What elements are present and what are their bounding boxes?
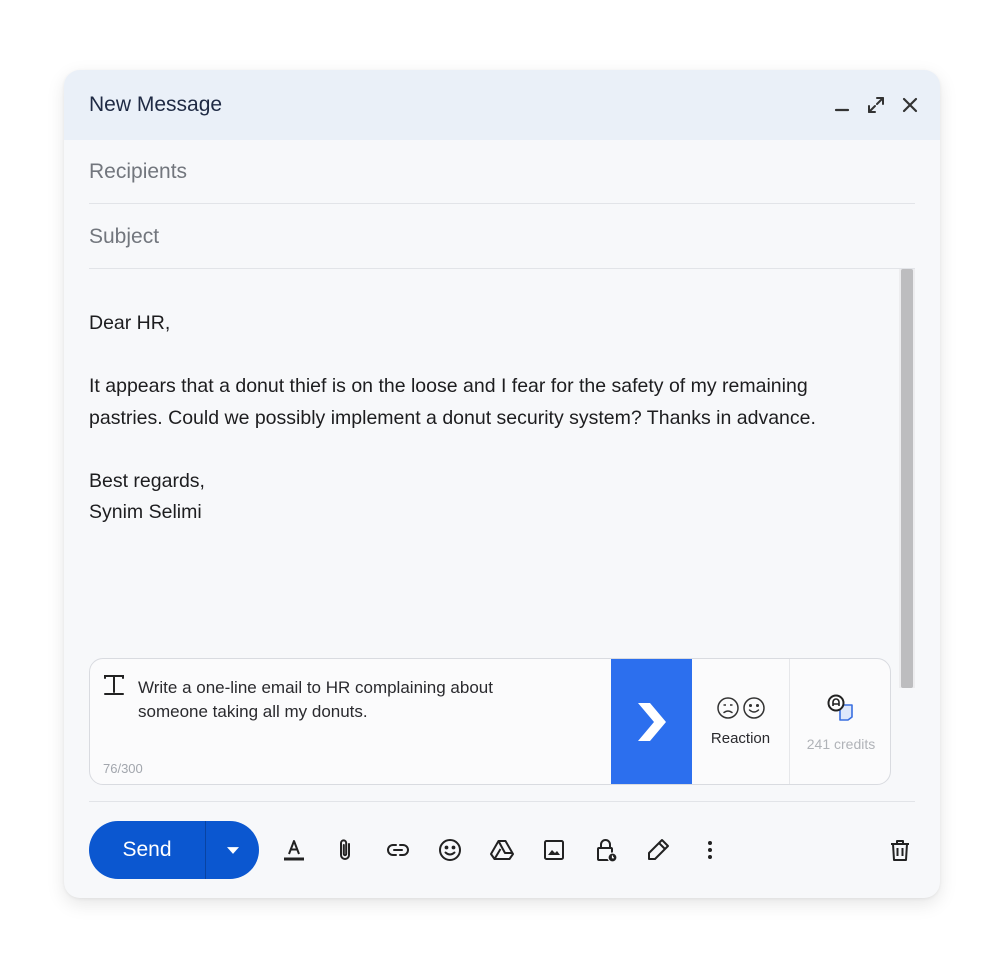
recipients-row xyxy=(89,140,915,204)
window-controls xyxy=(832,95,920,115)
send-button-group: Send xyxy=(89,821,259,879)
body-closing: Best regards, xyxy=(89,469,205,492)
confidential-lock-icon[interactable] xyxy=(591,835,621,865)
pen-signature-icon[interactable] xyxy=(643,835,673,865)
scrollbar-thumb[interactable] xyxy=(901,269,913,688)
text-prompt-icon xyxy=(102,673,126,697)
compose-window: New Message Dear HR, It appears that a d… xyxy=(64,70,940,898)
ai-prompt-text: Write a one-line email to HR complaining… xyxy=(138,676,598,724)
ai-prompt-line-2: someone taking all my donuts. xyxy=(138,702,368,721)
ai-prompt-line-1: Write a one-line email to HR complaining… xyxy=(138,678,493,697)
text-format-icon[interactable] xyxy=(279,835,309,865)
body-greeting: Dear HR, xyxy=(89,312,171,334)
send-button[interactable]: Send xyxy=(89,821,205,879)
minimize-icon[interactable] xyxy=(832,95,852,115)
chevron-right-icon xyxy=(637,702,666,741)
drive-icon[interactable] xyxy=(487,835,517,865)
send-options-button[interactable] xyxy=(206,821,259,879)
link-icon[interactable] xyxy=(383,835,413,865)
trash-icon[interactable] xyxy=(885,835,915,865)
reaction-button[interactable]: Reaction xyxy=(692,659,790,784)
close-icon[interactable] xyxy=(900,95,920,115)
recipients-input[interactable] xyxy=(89,155,915,188)
subject-row xyxy=(89,205,915,269)
expand-icon[interactable] xyxy=(866,95,886,115)
caret-down-icon xyxy=(226,846,239,854)
image-icon[interactable] xyxy=(539,835,569,865)
credits-indicator: 241 credits xyxy=(791,659,890,784)
compose-header: New Message xyxy=(64,70,940,140)
message-body[interactable]: Dear HR, It appears that a donut thief i… xyxy=(89,308,889,529)
body-signature: Synim Selimi xyxy=(89,501,202,523)
body-scrollbar[interactable] xyxy=(899,269,915,688)
credits-icon xyxy=(827,694,853,721)
ai-assistant-panel: Write a one-line email to HR complaining… xyxy=(89,658,891,785)
emoji-icon[interactable] xyxy=(435,835,465,865)
toolbar-divider xyxy=(89,801,915,802)
body-paragraph-line-1: It appears that a donut thief is on the … xyxy=(89,375,808,397)
reaction-label: Reaction xyxy=(710,730,771,747)
char-count: 76/300 xyxy=(103,761,143,776)
credits-label: 241 credits xyxy=(806,735,876,752)
paperclip-icon[interactable] xyxy=(331,835,361,865)
compose-title: New Message xyxy=(89,93,223,116)
reaction-faces-icon xyxy=(716,696,766,720)
subject-input[interactable] xyxy=(89,220,915,253)
ai-generate-button[interactable] xyxy=(611,659,692,784)
body-paragraph-line-2: pastries. Could we possibly implement a … xyxy=(89,406,816,429)
ai-prompt-area[interactable]: Write a one-line email to HR complaining… xyxy=(90,659,611,784)
more-vertical-icon[interactable] xyxy=(695,835,725,865)
